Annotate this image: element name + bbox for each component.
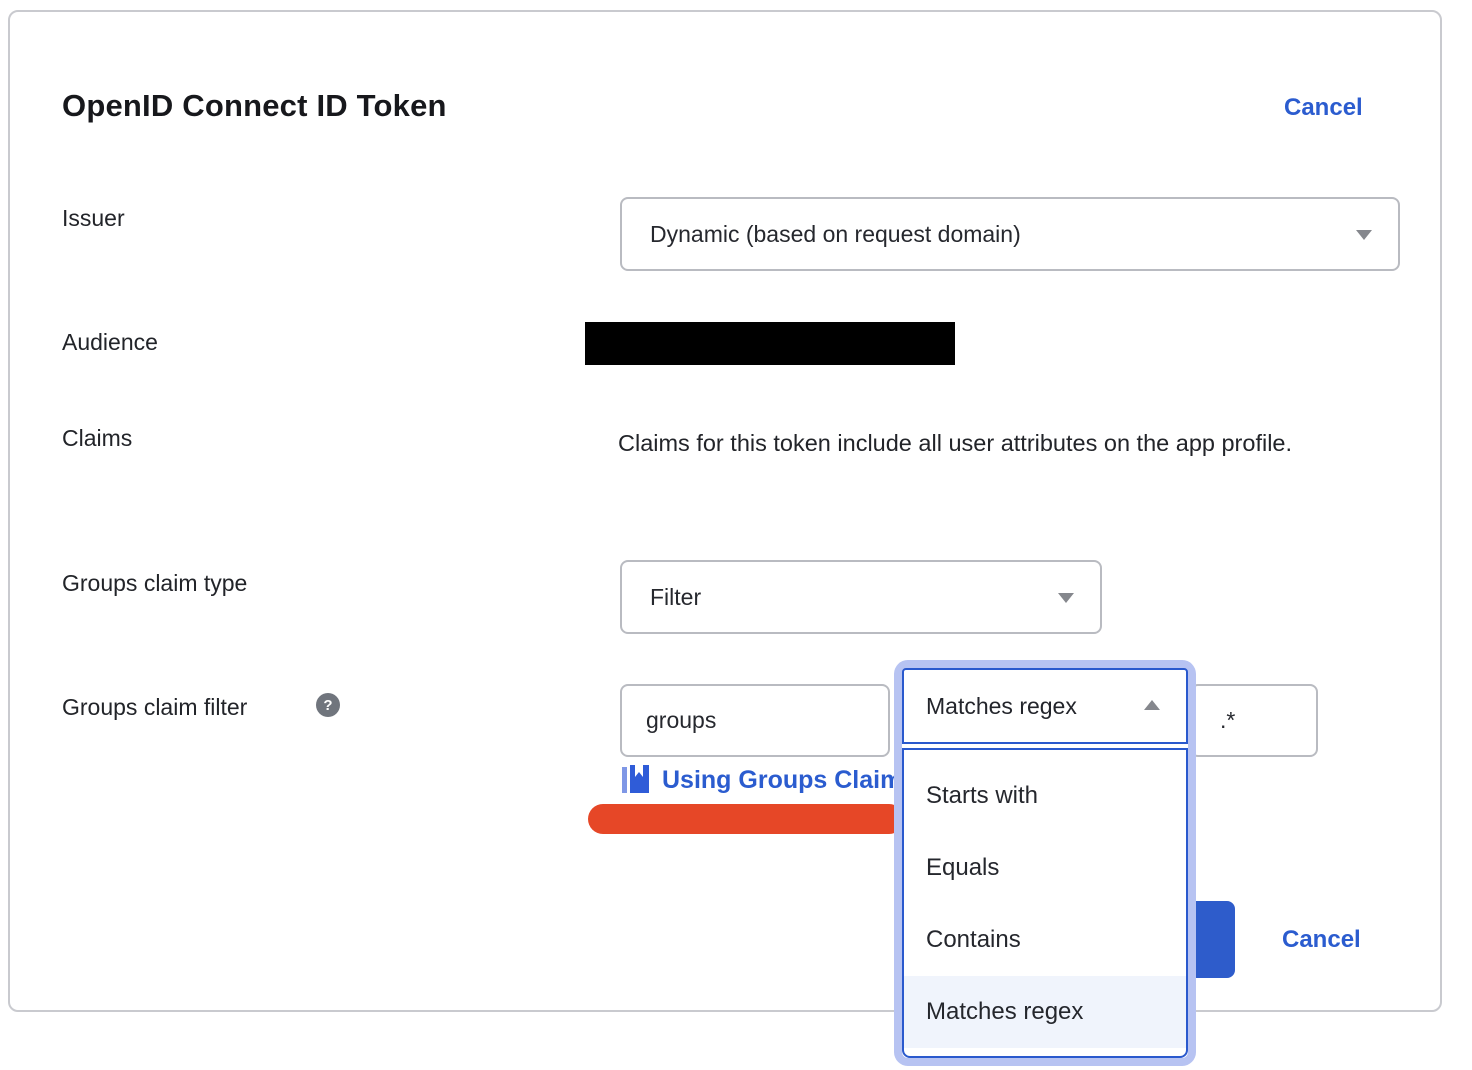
claims-description: Claims for this token include all user a… [618,419,1368,467]
chevron-down-icon [1356,230,1372,240]
match-type-value: Matches regex [904,693,1077,720]
page-title: OpenID Connect ID Token [62,88,447,124]
option-equals[interactable]: Equals [904,832,1186,904]
red-underline-annotation [588,804,904,834]
audience-label: Audience [62,329,158,356]
docs-link[interactable]: Using Groups Claim [622,764,902,796]
claims-label: Claims [62,425,132,452]
screen: OpenID Connect ID Token Cancel Issuer Dy… [0,0,1472,1070]
option-contains[interactable]: Contains [904,904,1186,976]
claim-name-input[interactable] [620,684,890,757]
help-question-icon[interactable]: ? [316,693,340,717]
groups-claim-filter-label: Groups claim filter [62,694,247,721]
chevron-up-icon [1144,700,1160,710]
option-starts-with[interactable]: Starts with [904,760,1186,832]
chevron-down-icon [1058,593,1074,603]
match-type-option-list: Starts with Equals Contains Matches rege… [902,748,1188,1058]
groups-claim-type-select[interactable]: Filter [620,560,1102,634]
issuer-select[interactable]: Dynamic (based on request domain) [620,197,1400,271]
option-matches-regex[interactable]: Matches regex [904,976,1186,1048]
docs-link-label: Using Groups Claim [662,766,902,795]
groups-claim-type-label: Groups claim type [62,570,247,597]
issuer-label: Issuer [62,205,125,232]
cancel-link-bottom[interactable]: Cancel [1282,926,1361,954]
redacted-audience-value [585,322,955,365]
match-type-select[interactable]: Matches regex [902,668,1188,744]
cancel-link-top[interactable]: Cancel [1284,94,1363,122]
groups-claim-type-value: Filter [622,584,701,611]
book-icon [622,764,649,796]
dialog-card: OpenID Connect ID Token Cancel Issuer Dy… [8,10,1442,1012]
issuer-select-value: Dynamic (based on request domain) [622,221,1021,248]
regex-value-input[interactable] [1190,684,1318,757]
match-type-combobox: Matches regex Starts with Equals Contain… [902,668,1188,1058]
